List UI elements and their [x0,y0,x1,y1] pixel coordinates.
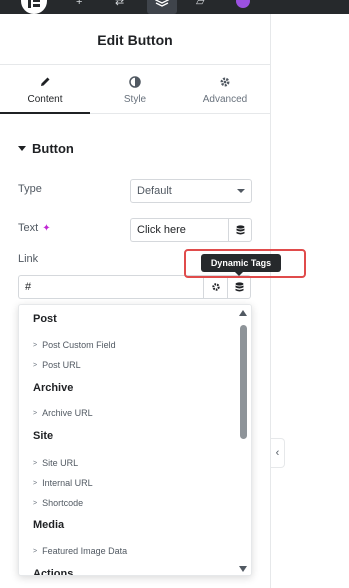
list-item-label: Featured Image Data [42,546,128,556]
group-site: Site [33,430,54,442]
sliders-icon[interactable]: ⇄ [115,0,124,8]
collapse-panel-button[interactable]: ‹ [271,438,285,468]
list-item-site-url[interactable]: > Site URL [33,458,78,468]
link-dynamic-tags-button[interactable] [227,275,251,299]
pencil-icon [39,74,51,90]
structure-button[interactable] [147,0,177,14]
tab-content-label: Content [27,93,63,105]
list-item-internal-url[interactable]: > Internal URL [33,478,93,488]
chevron-right-icon: > [33,361,38,369]
top-toolbar: + ⇄ ▱ [0,0,349,14]
chevron-down-icon [237,189,245,193]
scroll-up-icon[interactable] [239,310,247,316]
chevron-left-icon: ‹ [275,447,280,459]
list-item-shortcode[interactable]: > Shortcode [33,498,83,508]
group-archive: Archive [33,382,74,394]
tab-content[interactable]: Content [0,65,90,114]
link-label: Link [18,253,39,265]
text-dynamic-tags-button[interactable] [228,218,252,242]
layers-icon [155,0,169,7]
text-input[interactable]: Click here [130,218,228,242]
dynamic-tags-tooltip: Dynamic Tags [201,254,281,276]
group-post: Post [33,313,57,325]
list-item-archive-url[interactable]: > Archive URL [33,408,93,418]
database-icon [236,225,244,235]
chevron-right-icon: > [33,459,38,467]
type-select[interactable]: Default [130,179,252,203]
avatar[interactable] [236,0,250,8]
list-item-label: Post URL [42,360,81,370]
add-icon[interactable]: + [76,0,82,8]
panel-title: Edit Button [0,14,270,65]
tab-style-label: Style [123,93,147,105]
database-icon [235,282,243,292]
type-select-value: Default [137,185,172,197]
list-item-post-url[interactable]: > Post URL [33,360,81,370]
tab-advanced-label: Advanced [202,93,248,105]
gear-icon [211,283,220,291]
section-toggle-button[interactable]: Button [18,141,74,156]
chevron-right-icon: > [33,499,38,507]
list-item-label: Shortcode [42,498,84,508]
scroll-down-icon[interactable] [239,566,247,572]
chevron-right-icon: > [33,479,38,487]
section-title-label: Button [32,141,74,156]
group-media: Media [33,519,65,531]
scrollbar-thumb[interactable] [240,325,247,439]
text-label: Text [18,222,39,234]
group-actions: Actions [33,568,74,576]
tab-style[interactable]: Style [90,65,180,113]
half-circle-icon [129,74,141,90]
link-input[interactable]: # [18,275,203,299]
chevron-right-icon: > [33,547,38,555]
text-label-row: Text ✦ [18,222,51,234]
caret-down-icon [18,146,26,151]
link-options-button[interactable] [203,275,227,299]
chevron-right-icon: > [33,341,38,349]
panel-tabs: Content Style Advanced [0,65,270,114]
elementor-logo-icon[interactable] [21,0,47,14]
list-item-label: Archive URL [42,408,93,418]
list-item-post-custom-field[interactable]: > Post Custom Field [33,340,116,350]
type-label: Type [18,183,42,195]
list-item-label: Site URL [42,458,79,468]
ai-sparkle-icon[interactable]: ✦ [42,223,50,234]
gear-icon [219,74,231,90]
dynamic-tags-dropdown: Post > Post Custom Field > Post URL Arch… [18,304,252,576]
comments-icon[interactable]: ▱ [196,0,204,8]
scrollbar[interactable] [237,305,251,575]
list-item-label: Post Custom Field [42,340,116,350]
list-item-label: Internal URL [42,478,93,488]
tab-advanced[interactable]: Advanced [180,65,270,113]
chevron-right-icon: > [33,409,38,417]
list-item-featured-image-data[interactable]: > Featured Image Data [33,546,127,556]
dropdown-list: Post > Post Custom Field > Post URL Arch… [19,305,239,576]
